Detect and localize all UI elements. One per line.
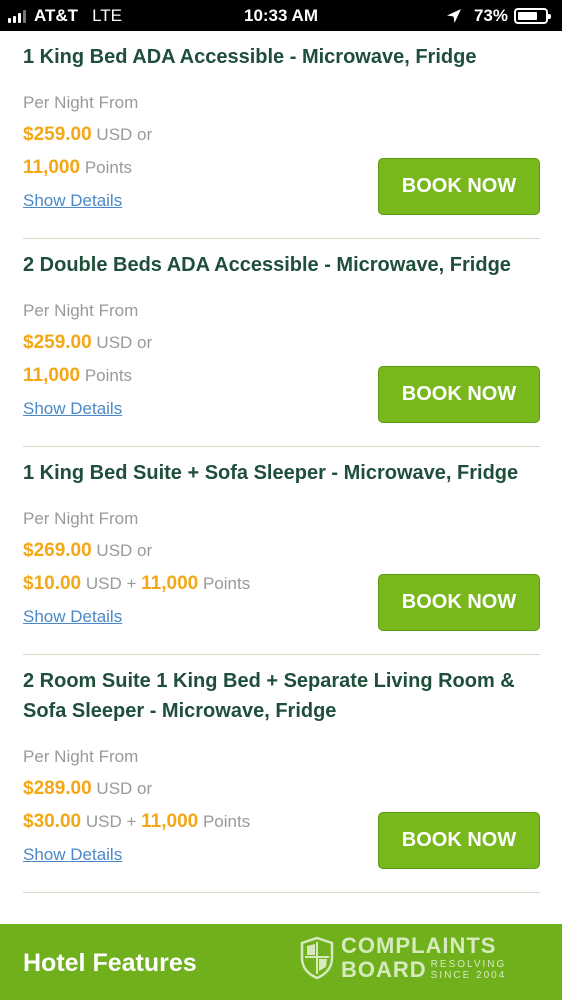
cash-price-line: $289.00 USD or: [23, 772, 540, 805]
cash-price: $289.00: [23, 778, 92, 799]
alt-cash-suffix: USD +: [85, 812, 137, 831]
watermark-line2: BOARD: [341, 957, 427, 982]
points-value: 11,000: [23, 365, 81, 386]
price-suffix: USD or: [96, 779, 153, 798]
complaints-board-watermark: COMPLAINTS BOARD RESOLVING SINCE 2004: [300, 934, 506, 982]
battery-fill: [518, 12, 537, 20]
room-title: 2 Double Beds ADA Accessible - Microwave…: [23, 254, 511, 276]
status-right: 73%: [446, 6, 551, 26]
price-block: Per Night From $269.00 USD or $10.00 USD +…: [23, 504, 540, 654]
price-suffix: USD or: [96, 125, 153, 144]
cash-price-line: $259.00 USD or: [23, 118, 540, 151]
cash-price: $269.00: [23, 540, 92, 561]
location-arrow-icon: [446, 9, 461, 23]
price-block: Per Night From $259.00 USD or 11,000 Point…: [23, 88, 540, 238]
price-suffix: USD or: [96, 541, 153, 560]
points-value: 11,000: [141, 811, 199, 832]
room-card: 2 Room Suite 1 King Bed + Separate Livin…: [23, 655, 540, 893]
book-now-button[interactable]: BOOK NOW: [378, 574, 540, 631]
alt-cash-price: $10.00: [23, 573, 82, 594]
alt-cash-suffix: USD +: [85, 574, 137, 593]
book-now-button[interactable]: BOOK NOW: [378, 158, 540, 215]
cash-price-line: $259.00 USD or: [23, 326, 540, 359]
price-suffix: USD or: [96, 333, 153, 352]
watermark-line1: COMPLAINTS: [341, 933, 497, 958]
points-value: 11,000: [23, 157, 81, 178]
points-label: Points: [202, 574, 251, 593]
room-title: 1 King Bed Suite + Sofa Sleeper - Microw…: [23, 462, 519, 484]
room-list: 1 King Bed ADA Accessible - Microwave, F…: [23, 31, 540, 893]
points-value: 11,000: [141, 573, 199, 594]
room-title: 2 Room Suite 1 King Bed + Separate Livin…: [23, 670, 515, 722]
cash-price-line: $269.00 USD or: [23, 534, 540, 567]
shield-logo-icon: [300, 936, 334, 980]
hotel-features-bar[interactable]: Hotel Features COMPLAINTS BOARD RESOLVIN…: [0, 924, 562, 1000]
battery-percent: 73%: [473, 6, 508, 25]
points-label: Points: [202, 812, 251, 831]
room-card: 1 King Bed ADA Accessible - Microwave, F…: [23, 31, 540, 239]
price-block: Per Night From $289.00 USD or $30.00 USD +…: [23, 742, 540, 892]
status-bar: AT&T LTE 10:33 AM 73%: [0, 0, 562, 31]
hotel-features-title: Hotel Features: [23, 949, 197, 977]
room-card: 1 King Bed Suite + Sofa Sleeper - Microw…: [23, 447, 540, 655]
watermark-tag2: SINCE 2004: [430, 970, 507, 981]
price-block: Per Night From $259.00 USD or 11,000 Point…: [23, 296, 540, 446]
per-night-label: Per Night From: [23, 301, 139, 320]
room-title: 1 King Bed ADA Accessible - Microwave, F…: [23, 46, 477, 68]
points-label: Points: [84, 366, 133, 385]
room-card: 2 Double Beds ADA Accessible - Microwave…: [23, 239, 540, 447]
points-label: Points: [84, 158, 133, 177]
watermark-text: COMPLAINTS BOARD RESOLVING SINCE 2004: [341, 934, 506, 982]
cash-price: $259.00: [23, 124, 92, 145]
cash-price: $259.00: [23, 332, 92, 353]
per-night-label: Per Night From: [23, 93, 139, 112]
per-night-label: Per Night From: [23, 747, 139, 766]
alt-cash-price: $30.00: [23, 811, 82, 832]
per-night-label: Per Night From: [23, 509, 139, 528]
watermark-tag1: RESOLVING: [430, 959, 507, 970]
book-now-button[interactable]: BOOK NOW: [378, 366, 540, 423]
book-now-button[interactable]: BOOK NOW: [378, 812, 540, 869]
battery-icon: [514, 8, 551, 24]
